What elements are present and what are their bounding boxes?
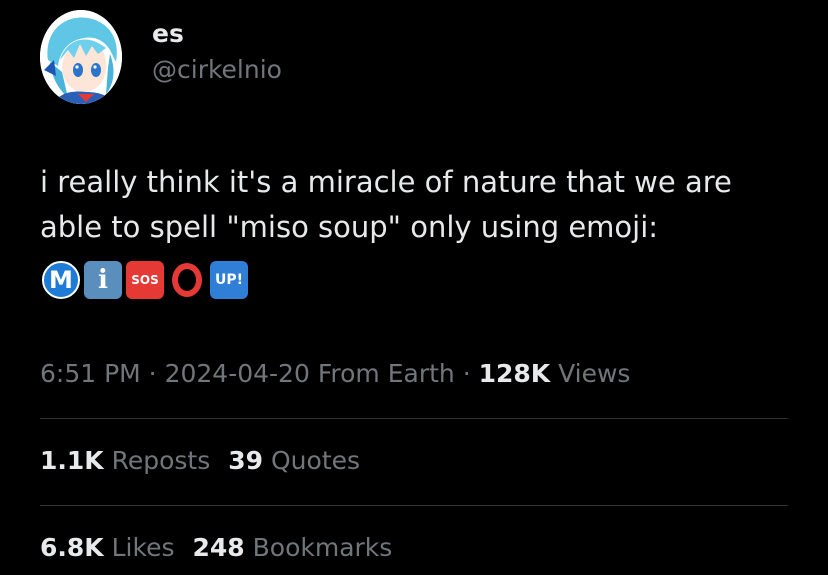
avatar-image <box>40 10 122 104</box>
quotes-count: 39 <box>228 446 264 475</box>
views-label: Views <box>550 359 631 388</box>
up-emoji: UP! <box>210 261 248 299</box>
divider <box>40 418 788 419</box>
reposts-link[interactable]: 1.1K Reposts <box>40 446 210 475</box>
likes-count: 6.8K <box>40 533 104 562</box>
quotes-link[interactable]: 39 Quotes <box>228 446 360 475</box>
tweet-text-line: i really think it's a miracle of nature … <box>40 165 732 199</box>
emoji-label: UP! <box>214 272 243 288</box>
tweet-header: es @cirkelnio <box>40 10 282 104</box>
meta-separator: · <box>140 359 165 388</box>
user-handle[interactable]: @cirkelnio <box>152 55 282 85</box>
tweet-time[interactable]: 6:51 PM <box>40 359 141 388</box>
tweet-source: From Earth <box>309 359 455 388</box>
o-circle-emoji <box>168 261 206 299</box>
likes-link[interactable]: 6.8K Likes <box>40 533 175 562</box>
quotes-label: Quotes <box>263 446 361 475</box>
reposts-label: Reposts <box>103 446 211 475</box>
tweet-text: i really think it's a miracle of nature … <box>40 160 810 250</box>
tweet-meta: 6:51 PM · 2024-04-20 From Earth · 128K V… <box>40 355 630 393</box>
bookmarks-label: Bookmarks <box>244 533 393 562</box>
like-bookmark-stats: 6.8K Likes 248 Bookmarks <box>40 529 392 567</box>
repost-quote-stats: 1.1K Reposts 39 Quotes <box>40 442 360 480</box>
tweet-text-line: able to spell "miso soup" only using emo… <box>40 210 659 244</box>
information-emoji: i <box>84 261 122 299</box>
divider <box>40 505 788 506</box>
bookmarks-link[interactable]: 248 Bookmarks <box>193 533 393 562</box>
emoji-row: M i SOS UP! <box>42 261 248 299</box>
sos-emoji: SOS <box>126 261 164 299</box>
tweet-date[interactable]: 2024-04-20 <box>165 359 310 388</box>
avatar[interactable] <box>40 10 122 104</box>
meta-separator: · <box>454 359 479 388</box>
reposts-count: 1.1K <box>40 446 104 475</box>
emoji-label: i <box>98 265 108 295</box>
emoji-label: SOS <box>131 273 159 287</box>
user-names: es @cirkelnio <box>152 10 282 104</box>
emoji-label: M <box>49 266 73 294</box>
o-circle-shape <box>172 263 202 297</box>
m-circled-emoji: M <box>42 261 80 299</box>
likes-label: Likes <box>103 533 175 562</box>
views-count: 128K <box>478 359 551 388</box>
display-name[interactable]: es <box>152 19 282 49</box>
bookmarks-count: 248 <box>192 533 245 562</box>
